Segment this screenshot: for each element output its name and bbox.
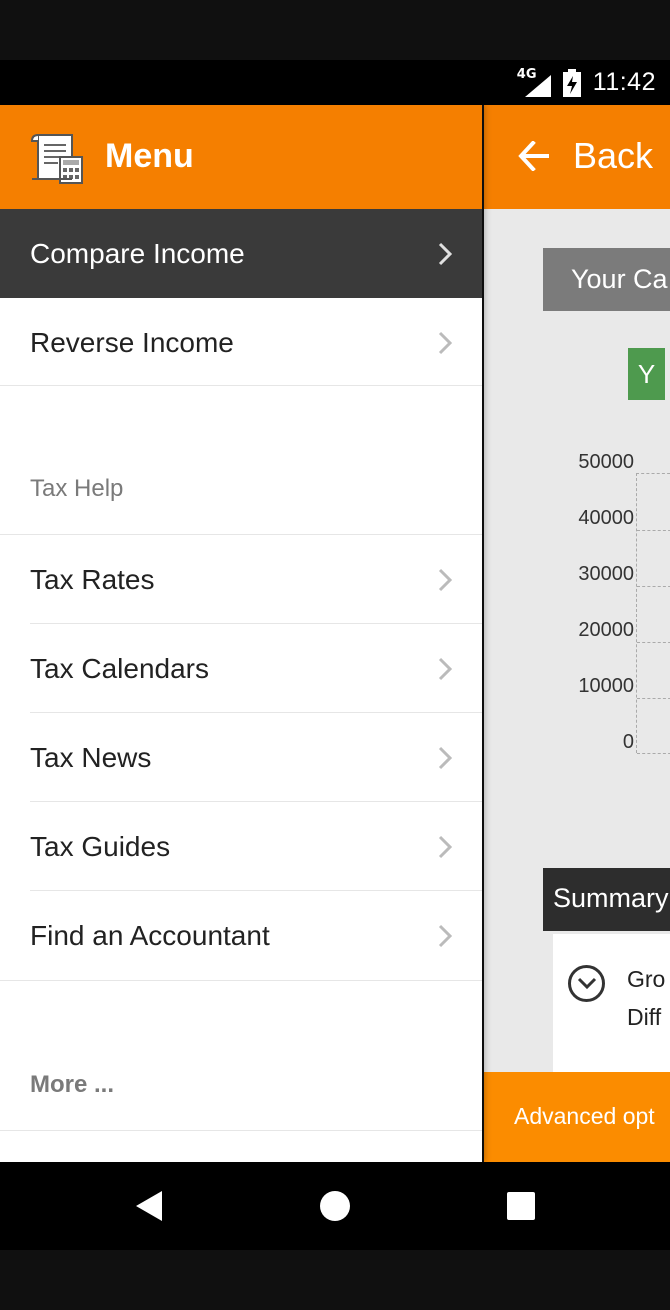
- menu-item-label: Reverse Income: [30, 326, 234, 358]
- y-axis-tick-label: 50000: [578, 451, 634, 473]
- menu-item-label: Compare Income: [30, 237, 245, 269]
- background-screen: Back Your Ca Y 50000 40000 30000 20000 1…: [484, 105, 670, 1162]
- back-button[interactable]: Back: [573, 135, 653, 177]
- chevron-right-icon: [438, 835, 452, 859]
- drawer-title: Menu: [105, 137, 194, 175]
- menu-item-label: Find an Accountant: [30, 919, 270, 951]
- nav-home-button[interactable]: [295, 1162, 375, 1250]
- y-axis-tick-label: 40000: [578, 507, 634, 529]
- status-bar: 4G 11:42: [0, 60, 670, 105]
- section-header-more: More ...: [30, 1071, 115, 1098]
- back-arrow-icon[interactable]: [518, 141, 550, 171]
- menu-item-compare-income[interactable]: Compare Income: [0, 209, 482, 298]
- summary-row[interactable]: Gro Diff: [553, 934, 670, 1094]
- chevron-right-icon: [438, 331, 452, 355]
- menu-item-reverse-income[interactable]: Reverse Income: [0, 298, 482, 387]
- top-letterbox: [0, 0, 670, 60]
- triangle-back-icon: [136, 1191, 162, 1221]
- navigation-drawer: Menu Compare Income Reverse Income Tax H…: [0, 105, 482, 1162]
- tax-document-calculator-icon: [30, 134, 83, 184]
- menu-item-label: Tax News: [30, 741, 152, 773]
- chevron-right-icon: [438, 568, 452, 592]
- menu-item-tax-calendars[interactable]: Tax Calendars: [0, 624, 482, 713]
- section-title-bar: Your Ca: [543, 248, 670, 311]
- y-axis-tick-label: 0: [622, 731, 634, 753]
- drawer-header: Menu: [0, 105, 482, 209]
- divider: [0, 980, 482, 981]
- y-axis-tick-label: 30000: [578, 563, 634, 585]
- expand-chevron-icon[interactable]: [568, 965, 605, 1002]
- menu-item-tax-rates[interactable]: Tax Rates: [0, 535, 482, 624]
- system-navigation-bar: [0, 1162, 670, 1250]
- divider: [0, 1130, 482, 1131]
- divider: [0, 385, 482, 386]
- summary-row-label: Gro: [627, 966, 666, 992]
- chart-plot-area: [636, 473, 670, 754]
- menu-item-find-an-accountant[interactable]: Find an Accountant: [0, 891, 482, 980]
- grid-line: [637, 642, 670, 643]
- menu-item-label: Tax Calendars: [30, 652, 209, 684]
- y-axis-tick-label: 10000: [578, 675, 634, 697]
- y-axis-tick-label: 20000: [578, 619, 634, 641]
- signal-icon: 4G: [517, 67, 551, 97]
- battery-charging-icon: [562, 68, 581, 97]
- menu-item-label: Tax Rates: [30, 563, 155, 595]
- chevron-right-icon: [438, 924, 452, 948]
- summary-title-bar: Summary: [543, 868, 670, 931]
- chevron-right-icon: [438, 242, 452, 266]
- chart-legend-item[interactable]: Y: [628, 348, 665, 400]
- clock: 11:42: [592, 68, 656, 96]
- circle-home-icon: [320, 1191, 350, 1221]
- chevron-right-icon: [438, 746, 452, 770]
- menu-item-tax-news[interactable]: Tax News: [0, 713, 482, 802]
- menu-item-label: Tax Guides: [30, 830, 171, 862]
- screen-header: Back: [484, 105, 670, 209]
- advanced-options-button[interactable]: Advanced opt: [484, 1072, 670, 1162]
- menu-item-tax-guides[interactable]: Tax Guides: [0, 802, 482, 891]
- nav-back-button[interactable]: [109, 1162, 189, 1250]
- grid-line: [637, 530, 670, 531]
- grid-line: [637, 586, 670, 587]
- grid-line: [637, 753, 670, 754]
- nav-recents-button[interactable]: [481, 1162, 561, 1250]
- summary-row-label-2: Diff: [627, 1004, 662, 1030]
- bottom-letterbox: [0, 1250, 670, 1310]
- square-recents-icon: [507, 1192, 535, 1220]
- chevron-right-icon: [438, 657, 452, 681]
- section-header-tax-help: Tax Help: [30, 475, 124, 502]
- grid-line: [637, 698, 670, 699]
